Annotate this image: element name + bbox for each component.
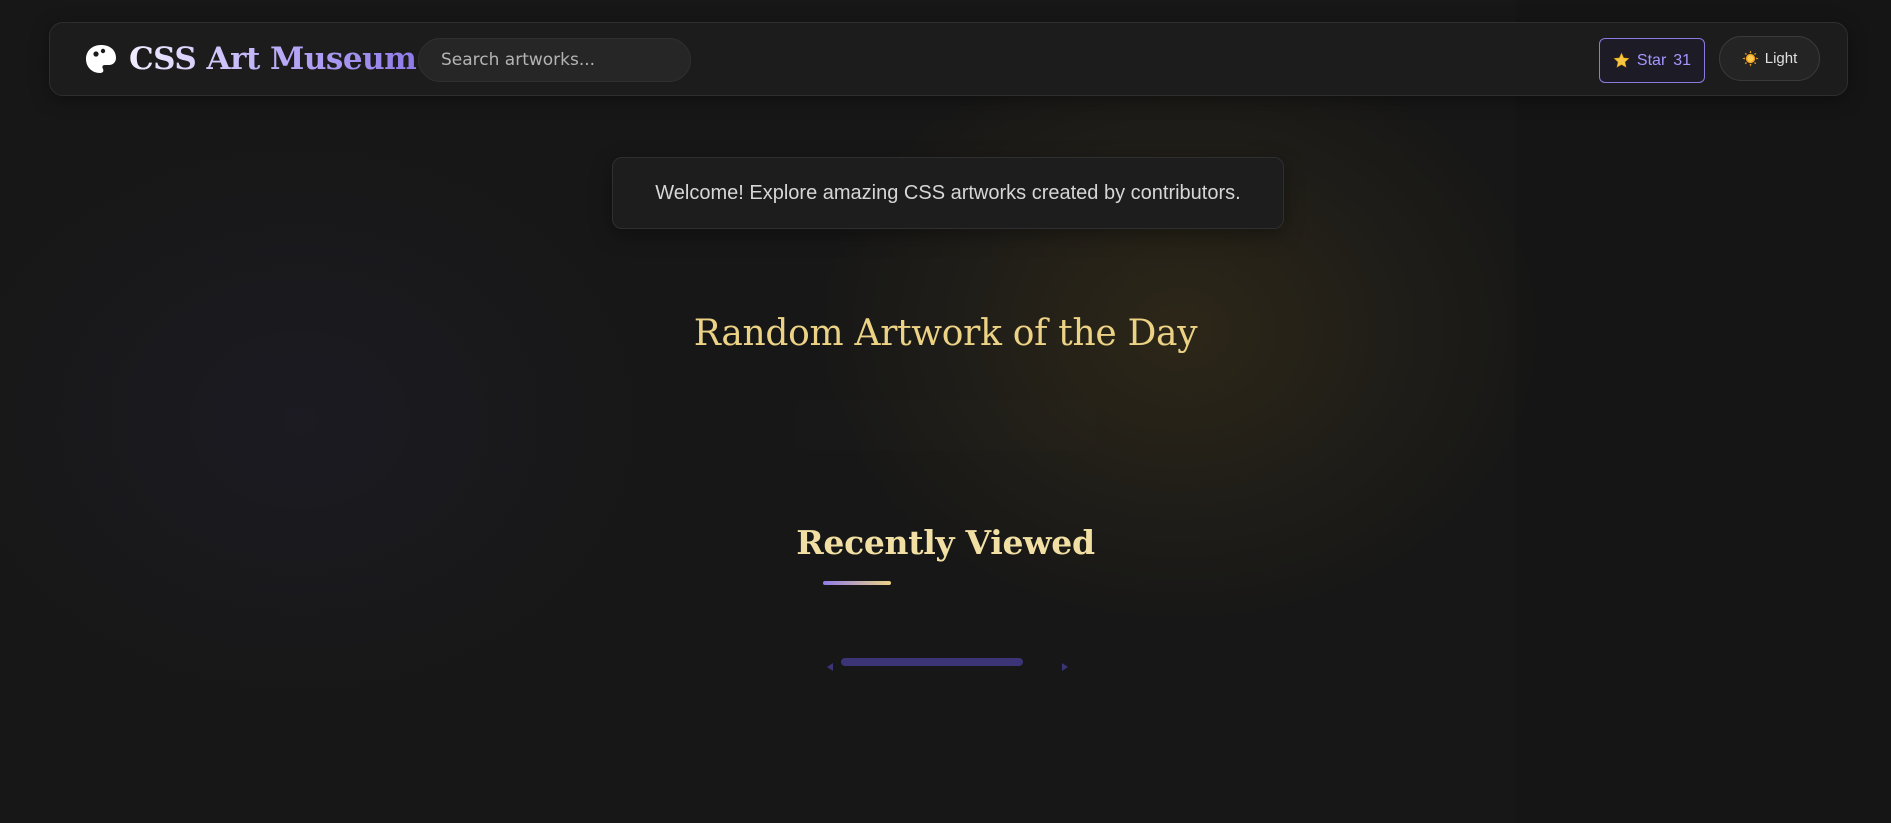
recently-viewed-heading: Recently Viewed xyxy=(796,523,1095,562)
welcome-message: Welcome! Explore amazing CSS artworks cr… xyxy=(655,181,1241,204)
welcome-banner: Welcome! Explore amazing CSS artworks cr… xyxy=(612,157,1284,229)
chevron-left-icon[interactable] xyxy=(825,657,835,671)
scrollbar-thumb[interactable] xyxy=(841,658,1023,666)
random-artwork-container xyxy=(795,400,1096,450)
chevron-right-icon[interactable] xyxy=(1060,657,1070,671)
sun-icon xyxy=(1742,50,1759,67)
site-logo[interactable]: CSS Art Museum xyxy=(83,37,417,81)
palette-icon xyxy=(83,41,119,77)
star-count: 31 xyxy=(1673,51,1692,69)
theme-toggle-label: Light xyxy=(1764,50,1798,67)
search-input[interactable] xyxy=(418,38,691,82)
theme-toggle-button[interactable]: Light xyxy=(1719,36,1820,81)
recently-viewed-scrollbar[interactable] xyxy=(825,654,1070,671)
star-icon xyxy=(1613,52,1630,69)
random-artwork-heading: Random Artwork of the Day xyxy=(693,313,1198,354)
top-navbar: CSS Art Museum Star 31 xyxy=(49,22,1848,96)
github-star-button[interactable]: Star 31 xyxy=(1599,38,1705,83)
heading-underline xyxy=(823,581,891,585)
app-title: CSS Art Museum xyxy=(129,41,417,77)
star-label: Star xyxy=(1636,51,1667,69)
